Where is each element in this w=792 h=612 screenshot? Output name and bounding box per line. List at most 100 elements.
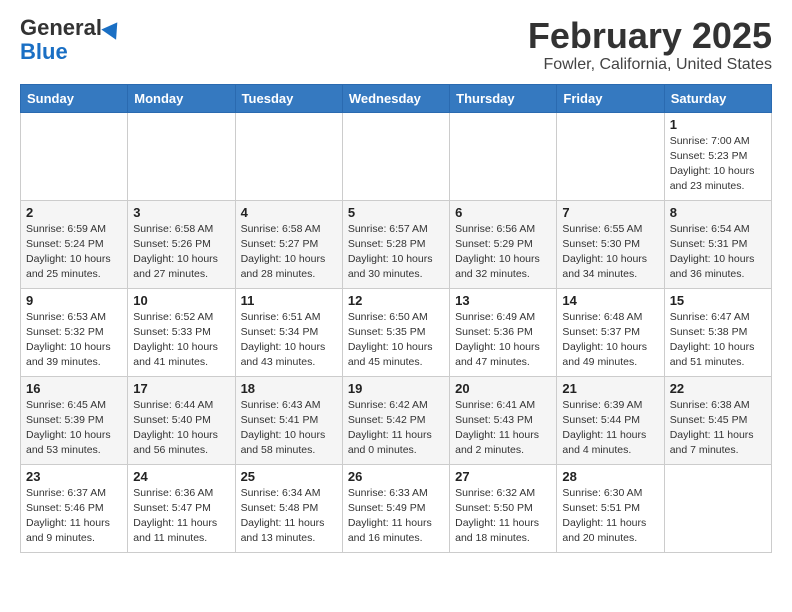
calendar-cell: 28Sunrise: 6:30 AM Sunset: 5:51 PM Dayli… [557,464,664,552]
cell-day-number: 21 [562,381,658,396]
cell-info-text: Sunrise: 6:43 AM Sunset: 5:41 PM Dayligh… [241,398,337,459]
calendar-cell: 12 Sunrise: 6:50 AM Sunset: 5:35 PM Dayli… [342,288,449,376]
cell-info-text: Sunrise: 6:54 AM Sunset: 5:31 PM Dayligh… [670,222,766,283]
cell-info-text: Sunrise: 6:57 AM Sunset: 5:28 PM Dayligh… [348,222,444,283]
calendar-cell: 18 Sunrise: 6:43 AM Sunset: 5:41 PM Dayli… [235,376,342,464]
cell-info-text: Sunrise: 6:51 AM Sunset: 5:34 PM Dayligh… [241,310,337,371]
day-header-thursday: Thursday [450,84,557,112]
cell-day-number: 8 [670,205,766,220]
day-header-saturday: Saturday [664,84,771,112]
calendar-cell: 17 Sunrise: 6:44 AM Sunset: 5:40 PM Dayli… [128,376,235,464]
calendar-cell: 24 Sunrise: 6:36 AM Sunset: 5:47 PM Dayli… [128,464,235,552]
calendar-cell [450,112,557,200]
cell-day-number: 19 [348,381,444,396]
cell-day-number: 25 [241,469,337,484]
cell-info-text: Sunrise: 6:36 AM Sunset: 5:47 PM Dayligh… [133,486,229,547]
cell-day-number: 22 [670,381,766,396]
cell-day-number: 16 [26,381,122,396]
day-header-wednesday: Wednesday [342,84,449,112]
cell-info-text: Sunrise: 7:00 AM Sunset: 5:23 PM Dayligh… [670,134,766,195]
cell-day-number: 13 [455,293,551,308]
day-header-friday: Friday [557,84,664,112]
cell-day-number: 3 [133,205,229,220]
logo-text-general: General [20,16,102,40]
calendar-cell: 26 Sunrise: 6:33 AM Sunset: 5:49 PM Dayli… [342,464,449,552]
cell-info-text: Sunrise: 6:59 AM Sunset: 5:24 PM Dayligh… [26,222,122,283]
cell-info-text: Sunrise: 6:39 AM Sunset: 5:44 PM Dayligh… [562,398,658,459]
cell-day-number: 23 [26,469,122,484]
cell-info-text: Sunrise: 6:50 AM Sunset: 5:35 PM Dayligh… [348,310,444,371]
cell-info-text: Sunrise: 6:45 AM Sunset: 5:39 PM Dayligh… [26,398,122,459]
cell-day-number: 12 [348,293,444,308]
cell-day-number: 11 [241,293,337,308]
calendar-cell: 27Sunrise: 6:32 AM Sunset: 5:50 PM Dayli… [450,464,557,552]
cell-day-number: 6 [455,205,551,220]
cell-info-text: Sunrise: 6:38 AM Sunset: 5:45 PM Dayligh… [670,398,766,459]
calendar-cell: 25 Sunrise: 6:34 AM Sunset: 5:48 PM Dayli… [235,464,342,552]
cell-info-text: Sunrise: 6:41 AM Sunset: 5:43 PM Dayligh… [455,398,551,459]
cell-day-number: 26 [348,469,444,484]
logo: General Blue [20,16,122,64]
cell-day-number: 15 [670,293,766,308]
calendar-cell: 11 Sunrise: 6:51 AM Sunset: 5:34 PM Dayli… [235,288,342,376]
calendar-cell [557,112,664,200]
cell-info-text: Sunrise: 6:34 AM Sunset: 5:48 PM Dayligh… [241,486,337,547]
logo-triangle-icon [101,17,124,40]
page: General Blue February 2025 Fowler, Calif… [0,0,792,569]
title-block: February 2025 Fowler, California, United… [528,16,772,74]
cell-day-number: 4 [241,205,337,220]
calendar-subtitle: Fowler, California, United States [528,56,772,74]
cell-info-text: Sunrise: 6:48 AM Sunset: 5:37 PM Dayligh… [562,310,658,371]
cell-info-text: Sunrise: 6:52 AM Sunset: 5:33 PM Dayligh… [133,310,229,371]
calendar-week-2: 9 Sunrise: 6:53 AM Sunset: 5:32 PM Daylig… [21,288,772,376]
cell-info-text: Sunrise: 6:53 AM Sunset: 5:32 PM Dayligh… [26,310,122,371]
calendar-cell [235,112,342,200]
calendar-week-1: 2 Sunrise: 6:59 AM Sunset: 5:24 PM Daylig… [21,200,772,288]
calendar-cell: 5 Sunrise: 6:57 AM Sunset: 5:28 PM Daylig… [342,200,449,288]
calendar-cell [664,464,771,552]
cell-info-text: Sunrise: 6:47 AM Sunset: 5:38 PM Dayligh… [670,310,766,371]
calendar-cell: 1 Sunrise: 7:00 AM Sunset: 5:23 PM Daylig… [664,112,771,200]
calendar-table: SundayMondayTuesdayWednesdayThursdayFrid… [20,84,772,553]
cell-info-text: Sunrise: 6:33 AM Sunset: 5:49 PM Dayligh… [348,486,444,547]
cell-day-number: 9 [26,293,122,308]
cell-day-number: 1 [670,117,766,132]
calendar-week-4: 23 Sunrise: 6:37 AM Sunset: 5:46 PM Dayli… [21,464,772,552]
logo-text-blue: Blue [20,40,68,64]
cell-day-number: 27 [455,469,551,484]
cell-day-number: 5 [348,205,444,220]
calendar-title: February 2025 [528,16,772,56]
cell-day-number: 17 [133,381,229,396]
calendar-cell [21,112,128,200]
day-header-tuesday: Tuesday [235,84,342,112]
calendar-cell [128,112,235,200]
cell-info-text: Sunrise: 6:42 AM Sunset: 5:42 PM Dayligh… [348,398,444,459]
day-header-sunday: Sunday [21,84,128,112]
calendar-cell: 14Sunrise: 6:48 AM Sunset: 5:37 PM Dayli… [557,288,664,376]
calendar-cell: 4 Sunrise: 6:58 AM Sunset: 5:27 PM Daylig… [235,200,342,288]
cell-info-text: Sunrise: 6:44 AM Sunset: 5:40 PM Dayligh… [133,398,229,459]
header: General Blue February 2025 Fowler, Calif… [20,16,772,74]
cell-info-text: Sunrise: 6:58 AM Sunset: 5:26 PM Dayligh… [133,222,229,283]
calendar-cell: 3 Sunrise: 6:58 AM Sunset: 5:26 PM Daylig… [128,200,235,288]
cell-info-text: Sunrise: 6:37 AM Sunset: 5:46 PM Dayligh… [26,486,122,547]
cell-day-number: 20 [455,381,551,396]
cell-info-text: Sunrise: 6:55 AM Sunset: 5:30 PM Dayligh… [562,222,658,283]
cell-info-text: Sunrise: 6:49 AM Sunset: 5:36 PM Dayligh… [455,310,551,371]
calendar-cell: 10Sunrise: 6:52 AM Sunset: 5:33 PM Dayli… [128,288,235,376]
cell-day-number: 18 [241,381,337,396]
day-header-monday: Monday [128,84,235,112]
cell-day-number: 7 [562,205,658,220]
calendar-cell: 22 Sunrise: 6:38 AM Sunset: 5:45 PM Dayli… [664,376,771,464]
calendar-cell: 7 Sunrise: 6:55 AM Sunset: 5:30 PM Daylig… [557,200,664,288]
calendar-cell: 13 Sunrise: 6:49 AM Sunset: 5:36 PM Dayli… [450,288,557,376]
calendar-cell: 16 Sunrise: 6:45 AM Sunset: 5:39 PM Dayli… [21,376,128,464]
cell-day-number: 24 [133,469,229,484]
calendar-week-0: 1 Sunrise: 7:00 AM Sunset: 5:23 PM Daylig… [21,112,772,200]
calendar-header-row: SundayMondayTuesdayWednesdayThursdayFrid… [21,84,772,112]
cell-day-number: 2 [26,205,122,220]
cell-info-text: Sunrise: 6:58 AM Sunset: 5:27 PM Dayligh… [241,222,337,283]
calendar-cell: 8 Sunrise: 6:54 AM Sunset: 5:31 PM Daylig… [664,200,771,288]
cell-info-text: Sunrise: 6:56 AM Sunset: 5:29 PM Dayligh… [455,222,551,283]
calendar-cell: 20 Sunrise: 6:41 AM Sunset: 5:43 PM Dayli… [450,376,557,464]
